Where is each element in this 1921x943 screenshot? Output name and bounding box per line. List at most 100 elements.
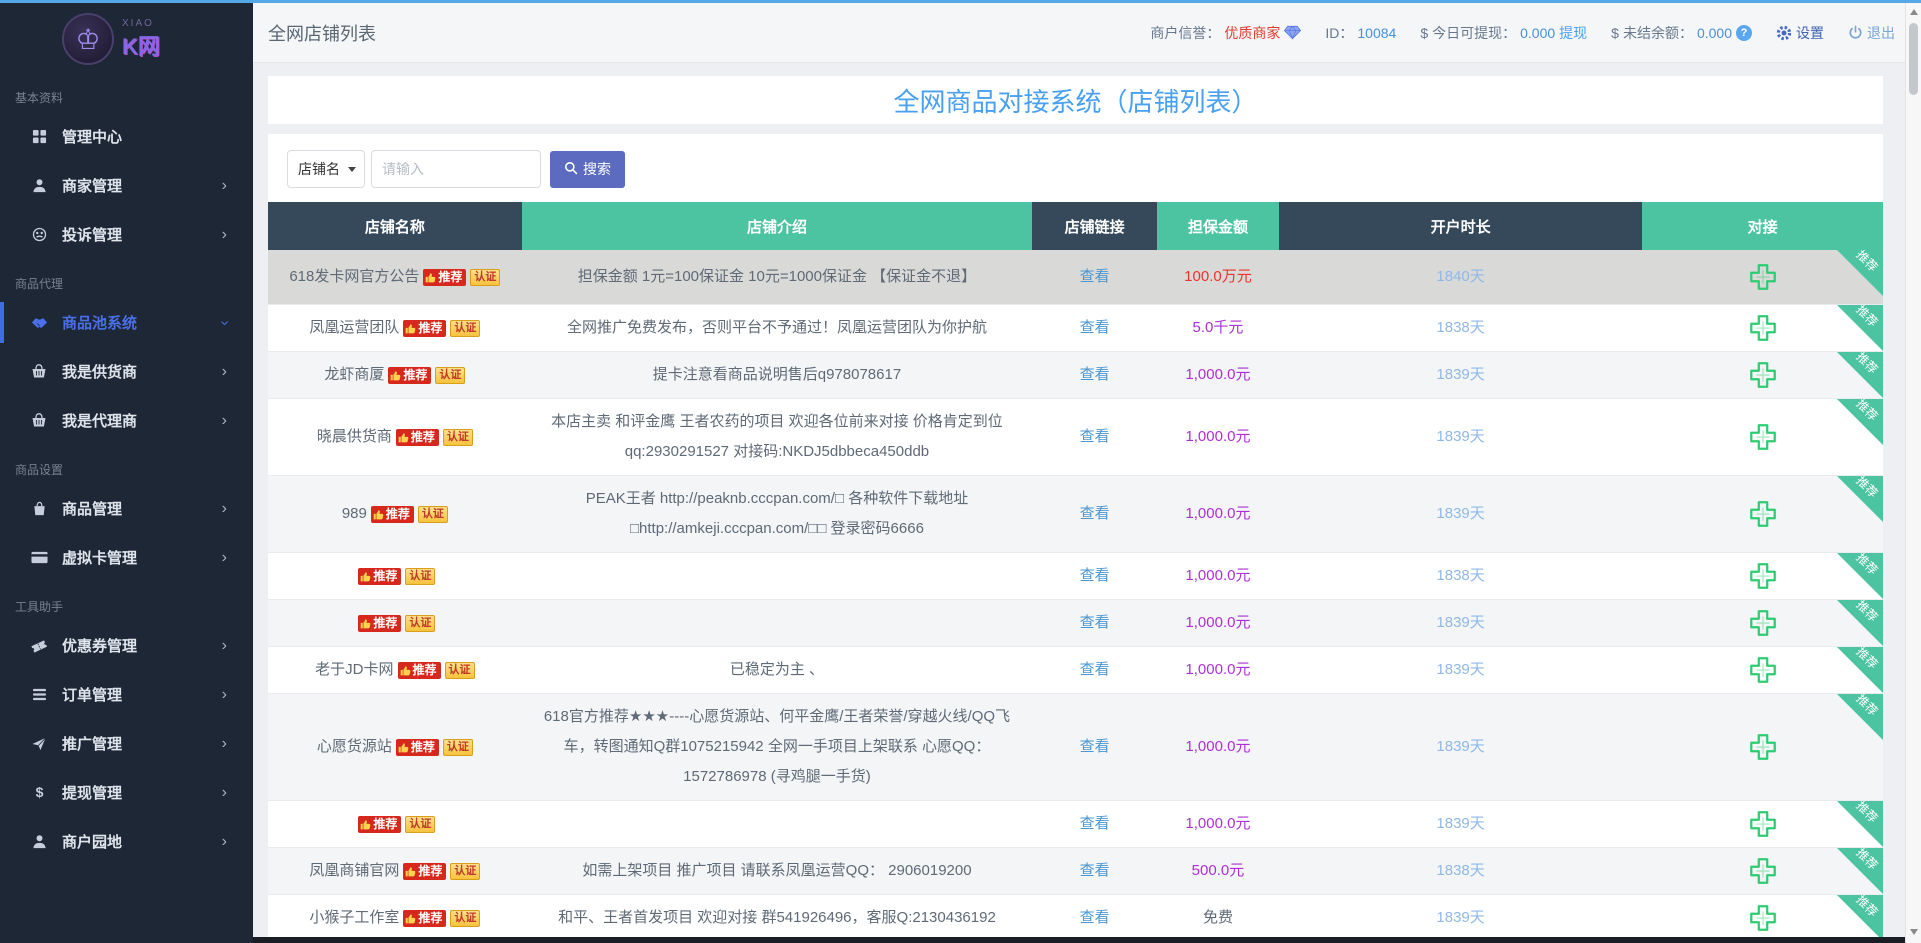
view-link[interactable]: 查看 <box>1080 268 1110 285</box>
search-button-label: 搜索 <box>583 159 611 179</box>
connect-button[interactable] <box>1748 903 1778 933</box>
help-icon[interactable]: ? <box>1736 25 1752 41</box>
view-link[interactable]: 查看 <box>1080 366 1110 383</box>
merchant-reputation: 商户信誉： 优质商家 <box>1150 23 1301 43</box>
recommend-ribbon: 推荐 <box>1837 647 1883 693</box>
sidebar-item-label: 推广管理 <box>62 733 122 754</box>
guarantee-amount: 1,000.0元 <box>1185 505 1250 522</box>
search-type-select[interactable]: 店铺名 <box>287 150 365 188</box>
connect-button[interactable] <box>1748 360 1778 390</box>
connect-button[interactable] <box>1748 422 1778 452</box>
sidebar-item-label: 商家管理 <box>62 175 122 196</box>
reputation-label: 商户信誉： <box>1150 23 1220 43</box>
view-link[interactable]: 查看 <box>1080 428 1110 445</box>
view-link[interactable]: 查看 <box>1080 614 1110 631</box>
shop-intro: 618官方推荐★★★----心愿货源站、何平金鹰/王者荣誉/穿越火线/QQ飞车，… <box>522 694 1032 801</box>
view-link[interactable]: 查看 <box>1080 319 1110 336</box>
sidebar-item-label: 我是供货商 <box>62 361 137 382</box>
sidebar-item[interactable]: 商品管理 › <box>0 484 253 533</box>
verified-badge: 认证 <box>405 816 435 833</box>
recommend-ribbon: 推荐 <box>1837 250 1883 296</box>
recommend-badge: 推荐 <box>388 367 431 384</box>
sidebar-item[interactable]: 优惠券管理 › <box>0 621 253 670</box>
shop-name: 龙虾商厦 <box>324 366 384 383</box>
withdraw-button[interactable]: 提现 <box>1559 23 1587 43</box>
view-link[interactable]: 查看 <box>1080 862 1110 879</box>
sidebar-item[interactable]: 订单管理 › <box>0 670 253 719</box>
recommend-ribbon: 推荐 <box>1837 305 1883 351</box>
sidebar-item[interactable]: 商户园地 › <box>0 817 253 866</box>
chevron-icon: › <box>222 226 227 244</box>
handshake-icon <box>30 315 48 330</box>
search-icon <box>564 161 578 178</box>
verified-badge: 认证 <box>445 662 475 679</box>
connect-button[interactable] <box>1748 856 1778 886</box>
recommend-ribbon: 推荐 <box>1837 801 1883 847</box>
recommend-badge: 推荐 <box>358 816 401 833</box>
connect-button[interactable] <box>1748 561 1778 591</box>
verified-badge: 认证 <box>405 615 435 632</box>
col-shop-name: 店铺名称 <box>268 202 522 250</box>
settings-label[interactable]: 设置 <box>1796 23 1824 43</box>
chevron-icon: › <box>215 320 233 325</box>
logout[interactable]: 退出 <box>1848 23 1895 43</box>
guarantee-amount: 1,000.0元 <box>1185 428 1250 445</box>
sidebar-section: 商品设置 商品管理 › 虚拟卡管理 › <box>0 445 253 582</box>
sidebar-item[interactable]: 商品池系统 › <box>0 298 253 347</box>
verified-badge: 认证 <box>405 568 435 585</box>
settings[interactable]: 设置 <box>1776 23 1824 43</box>
view-link[interactable]: 查看 <box>1080 738 1110 755</box>
scrollbar-thumb[interactable] <box>1909 23 1918 95</box>
connect-button[interactable] <box>1748 655 1778 685</box>
sidebar-item[interactable]: 虚拟卡管理 › <box>0 533 253 582</box>
vertical-scrollbar[interactable] <box>1905 3 1921 943</box>
chevron-icon: › <box>222 637 227 655</box>
sidebar-item-label: 提现管理 <box>62 782 122 803</box>
verified-badge: 认证 <box>418 506 448 523</box>
view-link[interactable]: 查看 <box>1080 815 1110 832</box>
view-link[interactable]: 查看 <box>1080 505 1110 522</box>
logout-label[interactable]: 退出 <box>1867 23 1895 43</box>
connect-button[interactable] <box>1748 608 1778 638</box>
sidebar-item[interactable]: 推广管理 › <box>0 719 253 768</box>
view-link[interactable]: 查看 <box>1080 661 1110 678</box>
connect-button[interactable] <box>1748 313 1778 343</box>
shop-intro: 如需上架项目 推广项目 请联系凤凰运营QQ： 2906019200 <box>522 848 1032 895</box>
sidebar-item[interactable]: 管理中心 <box>0 112 253 161</box>
shop-intro <box>522 553 1032 600</box>
connect-button[interactable] <box>1748 809 1778 839</box>
scroll-down-arrow-icon[interactable] <box>1910 929 1918 935</box>
connect-button[interactable] <box>1748 262 1778 292</box>
shop-name: 凤凰商铺官网 <box>309 862 399 879</box>
basket-icon <box>30 364 48 379</box>
search-input[interactable] <box>371 150 541 188</box>
verified-badge: 认证 <box>450 863 480 880</box>
recommend-ribbon: 推荐 <box>1837 399 1883 445</box>
col-guarantee: 担保金额 <box>1157 202 1279 250</box>
search-button[interactable]: 搜索 <box>550 151 625 188</box>
shop-intro <box>522 801 1032 848</box>
verified-badge: 认证 <box>435 367 465 384</box>
recommend-badge: 推荐 <box>398 662 441 679</box>
col-shop-link: 店铺链接 <box>1032 202 1157 250</box>
account-days: 1839天 <box>1436 614 1484 631</box>
connect-button[interactable] <box>1748 732 1778 762</box>
system-title: 全网商品对接系统（店铺列表） <box>893 82 1257 119</box>
sidebar-item[interactable]: 我是供货商 › <box>0 347 253 396</box>
connect-button[interactable] <box>1748 499 1778 529</box>
shop-intro: 和平、王者首发项目 欢迎对接 群541926496，客服Q:2130436192 <box>522 895 1032 942</box>
view-link[interactable]: 查看 <box>1080 909 1110 926</box>
guarantee-amount: 500.0元 <box>1192 862 1245 879</box>
shop-intro: 担保金额 1元=100保证金 10元=1000保证金 【保证金不退】 <box>522 250 1032 305</box>
scroll-up-arrow-icon[interactable] <box>1910 9 1918 15</box>
logo-text-big: K网 <box>122 29 160 61</box>
sidebar-item[interactable]: 投诉管理 › <box>0 210 253 259</box>
svg-text:$: $ <box>35 785 43 800</box>
verified-badge: 认证 <box>450 320 480 337</box>
view-link[interactable]: 查看 <box>1080 567 1110 584</box>
sidebar-item[interactable]: 我是代理商 › <box>0 396 253 445</box>
sidebar-item[interactable]: 商家管理 › <box>0 161 253 210</box>
recommend-ribbon: 推荐 <box>1837 476 1883 522</box>
table-row: 心愿货源站推荐认证 618官方推荐★★★----心愿货源站、何平金鹰/王者荣誉/… <box>268 694 1883 801</box>
sidebar-item[interactable]: $ 提现管理 › <box>0 768 253 817</box>
